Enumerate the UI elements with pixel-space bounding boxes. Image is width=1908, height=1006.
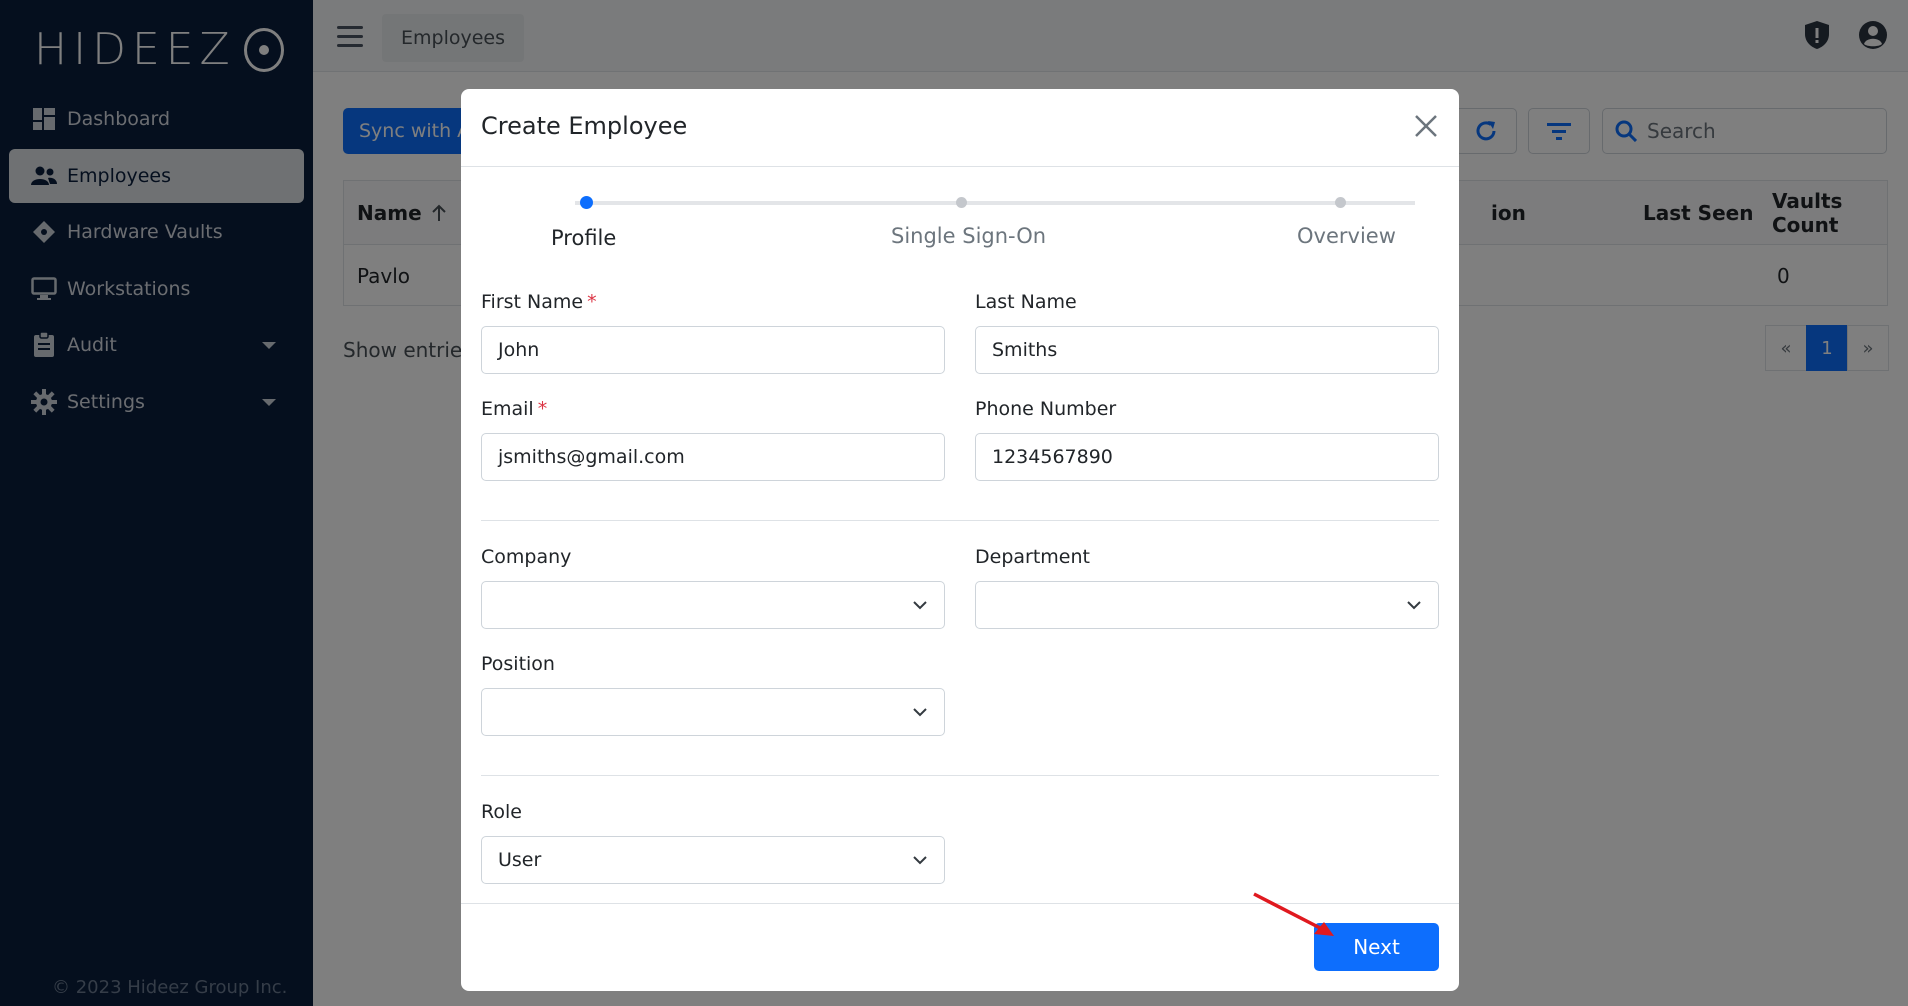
department-select[interactable] [975, 581, 1439, 629]
role-label: Role [481, 801, 522, 823]
company-label: Company [481, 546, 572, 568]
required-marker: * [587, 291, 597, 313]
close-icon[interactable] [1411, 111, 1441, 141]
first-name-field[interactable]: John [481, 326, 945, 374]
company-select[interactable] [481, 581, 945, 629]
select-value: User [498, 849, 542, 871]
section-divider [481, 775, 1439, 776]
last-name-field[interactable]: Smiths [975, 326, 1439, 374]
chevron-down-icon [913, 708, 927, 717]
step-label-overview[interactable]: Overview [1297, 224, 1396, 248]
chevron-down-icon [1407, 601, 1421, 610]
step-track [575, 201, 1415, 205]
step-dot-sso[interactable] [956, 197, 967, 208]
step-dot-overview[interactable] [1335, 197, 1346, 208]
department-label: Department [975, 546, 1090, 568]
position-select[interactable] [481, 688, 945, 736]
first-name-label: First Name * [481, 291, 597, 313]
phone-number-label: Phone Number [975, 398, 1117, 420]
modal-header: Create Employee [461, 89, 1459, 167]
email-field[interactable]: jsmiths@gmail.com [481, 433, 945, 481]
role-select[interactable]: User [481, 836, 945, 884]
create-employee-modal: Create Employee Profile Single Sign-On O… [461, 89, 1459, 991]
step-label-profile[interactable]: Profile [551, 226, 616, 250]
modal-title: Create Employee [481, 112, 688, 140]
last-name-label: Last Name [975, 291, 1077, 313]
chevron-down-icon [913, 601, 927, 610]
label-text: First Name [481, 291, 584, 313]
step-label-sso[interactable]: Single Sign-On [891, 224, 1046, 248]
position-label: Position [481, 653, 555, 675]
label-text: Email [481, 398, 534, 420]
section-divider [481, 520, 1439, 521]
email-label: Email * [481, 398, 547, 420]
annotation-arrow-icon [1253, 892, 1334, 936]
required-marker: * [537, 398, 548, 420]
step-dot-profile[interactable] [580, 196, 593, 209]
chevron-down-icon [913, 856, 927, 865]
phone-number-field[interactable]: 1234567890 [975, 433, 1439, 481]
